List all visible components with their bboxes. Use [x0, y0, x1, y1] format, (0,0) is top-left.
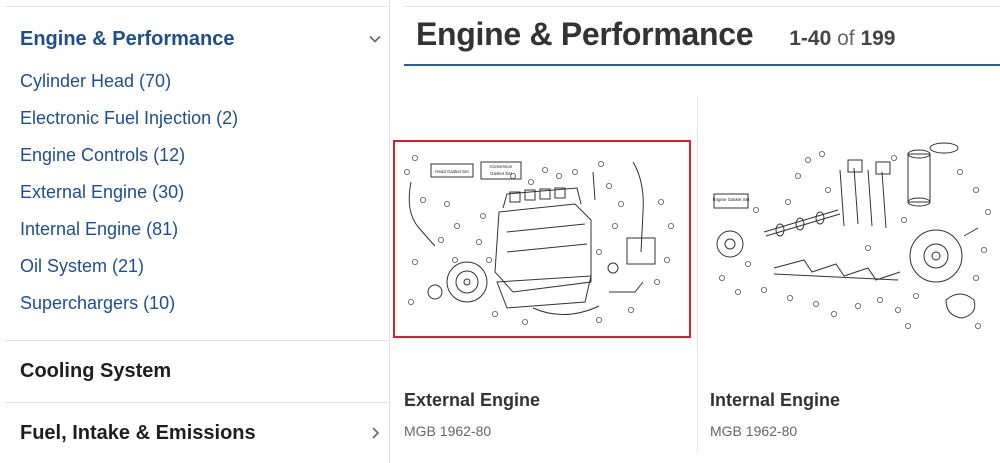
subcategory-oil-system[interactable]: Oil System (21) [20, 252, 238, 289]
section-cooling-system[interactable]: Cooling System [20, 356, 382, 386]
product-subtitle: MGB 1962-80 [710, 423, 798, 439]
result-range: 1-40 [789, 27, 832, 50]
external-engine-diagram: Head Gasket SetConversion Gasket Set [403, 154, 674, 325]
section-label: Cooling System [20, 359, 172, 382]
subcategory-engine-controls[interactable]: Engine Controls (12) [20, 141, 238, 178]
subcategory-cylinder-head[interactable]: Cylinder Head (70) [20, 67, 238, 104]
result-count: 1-40 of 199 [789, 27, 895, 51]
chevron-down-icon [369, 35, 381, 43]
product-subtitle: MGB 1962-80 [404, 423, 492, 439]
product-card-external-engine[interactable]: Head Gasket Set Conversion Gasket Set Exte… [393, 96, 696, 452]
internal-engine-diagram: Engine Gasket Set [713, 142, 991, 329]
subcategory-superchargers[interactable]: Superchargers (10) [20, 289, 238, 326]
result-total: 199 [860, 27, 896, 50]
divider [5, 6, 388, 7]
subcategory-external-engine[interactable]: External Engine (30) [20, 178, 238, 215]
product-title[interactable]: Internal Engine [710, 390, 840, 411]
divider [5, 340, 388, 341]
page-title: Engine & Performance [416, 16, 754, 52]
diagram-label: Head Gasket Set [435, 169, 469, 174]
divider [404, 6, 1000, 7]
subcategory-internal-engine[interactable]: Internal Engine (81) [20, 215, 238, 252]
product-title[interactable]: External Engine [404, 390, 540, 411]
section-label: Engine & Performance [20, 27, 235, 50]
subcategory-list: Cylinder Head (70) Electronic Fuel Injec… [20, 67, 238, 326]
section-label: Fuel, Intake & Emissions [20, 421, 256, 444]
subcategory-electronic-fuel-injection[interactable]: Electronic Fuel Injection (2) [20, 104, 238, 141]
category-results: Engine & Performance 1-40 of 199 Head Ga… [393, 0, 1000, 463]
category-sidebar: Engine & Performance Cylinder Head (70) … [0, 0, 390, 463]
diagram-label: Engine Gasket Set [713, 197, 750, 202]
section-fuel-intake-emissions[interactable]: Fuel, Intake & Emissions [20, 418, 382, 448]
section-engine-performance[interactable]: Engine & Performance [20, 24, 382, 54]
product-card-internal-engine[interactable]: Engine Gasket Set Internal Engine MGB 19… [697, 96, 1000, 452]
chevron-right-icon [372, 427, 380, 439]
divider [5, 402, 388, 403]
results-header: Engine & Performance 1-40 of 199 [416, 16, 896, 56]
product-image[interactable]: Head Gasket Set Conversion Gasket Set [393, 140, 691, 338]
header-underline [404, 64, 1000, 66]
product-image[interactable]: Engine Gasket Set [708, 140, 998, 338]
result-of: of [837, 27, 855, 50]
